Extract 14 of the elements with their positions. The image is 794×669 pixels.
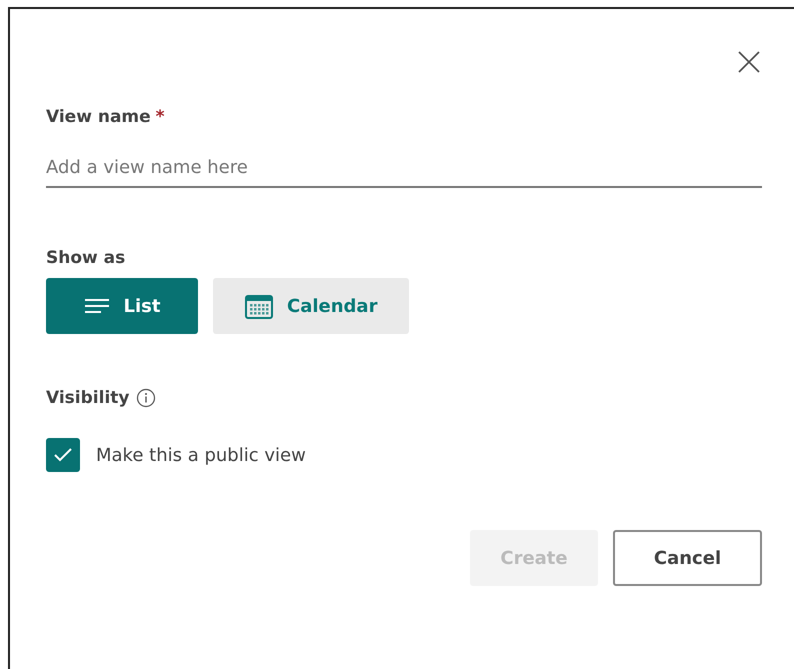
checkmark-icon — [54, 448, 72, 462]
view-type-option[interactable]: List — [46, 278, 198, 334]
field-label: View name — [46, 107, 151, 127]
section-label: Visibility — [46, 388, 130, 408]
info-icon[interactable] — [136, 388, 156, 408]
required-mark: * — [156, 107, 165, 127]
checkbox[interactable] — [46, 438, 80, 472]
list-icon — [84, 298, 110, 314]
dialog-button[interactable]: Cancel — [613, 530, 762, 586]
checkbox-label: Make this a public view — [96, 444, 306, 466]
section-label: Show as — [46, 248, 126, 268]
close-icon — [738, 51, 760, 73]
calendar-icon — [245, 293, 273, 319]
view-type-option[interactable]: Calendar — [213, 278, 410, 334]
